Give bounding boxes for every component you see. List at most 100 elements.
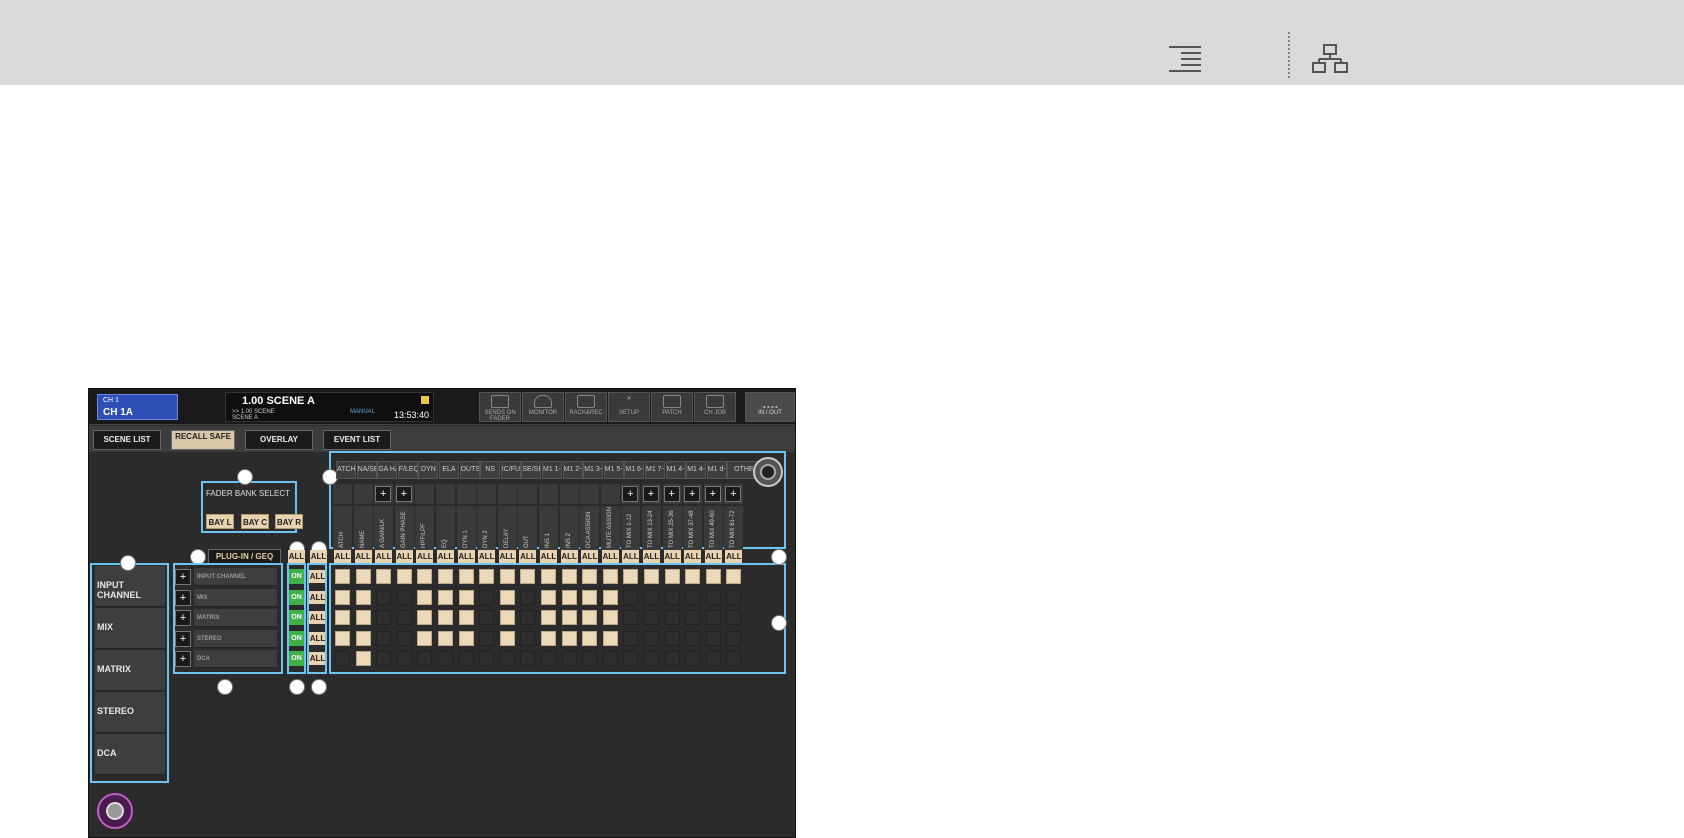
column-expand-button[interactable]: +	[395, 486, 412, 502]
safe-cell[interactable]	[396, 610, 412, 625]
safe-cell[interactable]	[458, 610, 474, 625]
safe-cell[interactable]	[396, 589, 412, 605]
safe-cell[interactable]	[438, 589, 453, 605]
category-tab[interactable]: ATCH	[336, 461, 356, 479]
channel-selector[interactable]: CH 1 CH 1A	[97, 394, 178, 420]
safe-cell[interactable]	[376, 589, 392, 605]
safe-cell[interactable]	[726, 610, 742, 625]
bay-r-button[interactable]: BAY R	[275, 514, 303, 529]
safe-cell[interactable]	[644, 651, 659, 666]
safe-cell[interactable]	[623, 589, 639, 605]
column-expand-button[interactable]: +	[622, 486, 639, 502]
safe-cell[interactable]	[685, 589, 701, 605]
column-all-button[interactable]: ALL	[560, 550, 578, 563]
category-tab[interactable]: IC/FUT	[500, 461, 521, 479]
safe-cell[interactable]	[561, 569, 577, 584]
safe-cell[interactable]	[376, 569, 392, 584]
safe-cell[interactable]	[664, 569, 680, 584]
column-all-button[interactable]: ALL	[334, 550, 351, 563]
safe-cell[interactable]	[438, 630, 453, 646]
column-all-button[interactable]: ALL	[581, 550, 599, 563]
safe-cell[interactable]	[582, 589, 598, 605]
on-all-button[interactable]: ALL	[288, 550, 305, 563]
safe-cell[interactable]	[355, 630, 371, 646]
safe-cell[interactable]	[541, 651, 556, 666]
tab-overlay[interactable]: OVERLAY	[245, 430, 313, 450]
safe-cell[interactable]	[726, 589, 742, 605]
hierarchy-icon[interactable]	[1312, 44, 1348, 74]
safe-cell[interactable]	[664, 630, 680, 646]
safe-cell[interactable]	[417, 569, 433, 584]
safe-cell[interactable]	[479, 630, 495, 646]
safe-cell[interactable]	[561, 610, 577, 625]
safe-cell[interactable]	[479, 589, 495, 605]
category-tab[interactable]: NS	[480, 461, 501, 479]
safe-cell[interactable]	[479, 569, 495, 584]
safe-cell[interactable]	[458, 589, 474, 605]
safe-cell[interactable]	[664, 589, 680, 605]
safe-cell[interactable]	[561, 651, 577, 666]
safe-cell[interactable]	[438, 569, 453, 584]
row-expand-button[interactable]: +	[175, 569, 191, 585]
safe-cell[interactable]	[479, 610, 495, 625]
safe-cell[interactable]	[602, 569, 618, 584]
safe-cell[interactable]	[417, 589, 433, 605]
safe-cell[interactable]	[355, 610, 371, 625]
safe-cell[interactable]	[417, 651, 433, 666]
safe-cell[interactable]	[644, 589, 659, 605]
column-all-button[interactable]: ALL	[643, 550, 660, 563]
column-all-button[interactable]: ALL	[519, 550, 537, 563]
safe-cell[interactable]	[335, 569, 350, 584]
safe-cell[interactable]	[479, 651, 495, 666]
safe-cell[interactable]	[705, 630, 721, 646]
category-tab[interactable]: GA HA	[377, 461, 398, 479]
safe-cell[interactable]	[644, 610, 659, 625]
column-all-button[interactable]: ALL	[416, 550, 434, 563]
monitor-button[interactable]: MONITOR	[522, 392, 564, 422]
scene-display[interactable]: 1.00 SCENE A >> 1.00 SCENE SCENE A MANUA…	[225, 392, 434, 422]
category-tab[interactable]: DYN	[418, 461, 439, 479]
safe-cell[interactable]	[458, 630, 474, 646]
safe-cell[interactable]	[541, 569, 556, 584]
category-tab[interactable]: M1 6-1	[624, 461, 645, 479]
column-all-button[interactable]: ALL	[684, 550, 702, 563]
safe-cell[interactable]	[685, 630, 701, 646]
safe-cell[interactable]	[458, 569, 474, 584]
safe-cell[interactable]	[685, 610, 701, 625]
ch-job-button[interactable]: CH JOB	[694, 392, 736, 422]
column-all-button[interactable]: ALL	[498, 550, 516, 563]
column-expand-button[interactable]: +	[704, 486, 721, 502]
safe-cell[interactable]	[355, 589, 371, 605]
safe-cell[interactable]	[602, 651, 618, 666]
category-tab[interactable]: F/LEQ	[397, 461, 418, 479]
safe-cell[interactable]	[726, 651, 742, 666]
column-all-button[interactable]: ALL	[540, 550, 557, 563]
safe-cell[interactable]	[623, 651, 639, 666]
tab-scene-list[interactable]: SCENE LIST	[93, 430, 161, 450]
safe-cell[interactable]	[499, 651, 515, 666]
safe-cell[interactable]	[644, 630, 659, 646]
rack-rec-button[interactable]: RACK&REC	[565, 392, 607, 422]
safe-cell[interactable]	[417, 610, 433, 625]
row-expand-button[interactable]: +	[175, 589, 191, 606]
safe-cell[interactable]	[376, 610, 392, 625]
safe-cell[interactable]	[705, 651, 721, 666]
safe-cell[interactable]	[520, 610, 536, 625]
safe-cell[interactable]	[499, 610, 515, 625]
safe-cell[interactable]	[355, 651, 371, 666]
safe-cell[interactable]	[396, 630, 412, 646]
column-expand-button[interactable]: +	[643, 486, 659, 502]
in-out-button[interactable]: IN / OUT	[745, 392, 795, 422]
column-all-button[interactable]: ALL	[437, 550, 454, 563]
safe-cell[interactable]	[582, 610, 598, 625]
category-tab[interactable]: M1 4-1	[686, 461, 707, 479]
column-all-button[interactable]: ALL	[457, 550, 475, 563]
safe-cell[interactable]	[541, 610, 556, 625]
left-item-dca[interactable]: DCA	[95, 734, 165, 775]
column-all-button[interactable]: ALL	[725, 550, 743, 563]
category-tab[interactable]: M1 7-1	[645, 461, 665, 479]
category-tab[interactable]: SE/SE	[521, 461, 542, 479]
category-tab[interactable]: OUTS	[459, 461, 480, 479]
row-expand-button[interactable]: +	[175, 610, 191, 626]
column-expand-button[interactable]: +	[375, 486, 392, 502]
